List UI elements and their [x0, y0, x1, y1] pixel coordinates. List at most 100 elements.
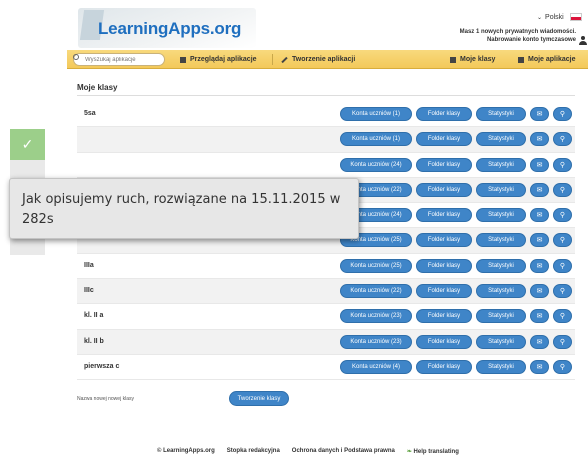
unread-messages-link[interactable]: Masz 1 nowych prywatnych wiadomości.: [460, 29, 576, 35]
folder-icon: [518, 56, 524, 63]
class-actions: Konta uczniów (25) Folder klasy Statystyki…: [340, 258, 572, 273]
envelope-icon[interactable]: ✉: [530, 284, 549, 299]
class-row: IIIc Konta uczniów (22) Folder klasy Statys…: [77, 279, 575, 305]
class-folder-button[interactable]: Folder klasy: [416, 258, 472, 273]
magnifier-icon[interactable]: ⚲: [553, 182, 572, 197]
account-status-link[interactable]: Nabrowanie konto tymczasowe: [487, 37, 576, 43]
language-selector[interactable]: ⌄ Polski: [537, 14, 564, 21]
class-name[interactable]: IIIc: [84, 287, 94, 294]
magnifier-icon[interactable]: ⚲: [553, 258, 572, 273]
chevron-down-icon: ⌄: [537, 15, 543, 21]
class-folder-button[interactable]: Folder klasy: [416, 233, 472, 248]
footer-privacy-link[interactable]: Ochrona danych i Podstawa prawna: [292, 448, 395, 455]
magnifier-icon[interactable]: ⚲: [553, 132, 572, 147]
class-folder-button[interactable]: Folder klasy: [416, 182, 472, 197]
class-folder-button[interactable]: Folder klasy: [416, 334, 472, 349]
class-actions: Konta uczniów (4) Folder klasy Statystyki ✉…: [340, 359, 572, 374]
class-name[interactable]: kl. II a: [84, 312, 103, 319]
search-input[interactable]: [73, 53, 165, 66]
nav-browse-apps[interactable]: Przeglądaj aplikacje: [180, 53, 257, 66]
nav-my-classes-label[interactable]: Moje klasy: [460, 56, 495, 63]
class-name[interactable]: IIIa: [84, 262, 94, 269]
class-folder-button[interactable]: Folder klasy: [416, 107, 472, 121]
magnifier-icon[interactable]: ⚲: [553, 107, 572, 121]
class-actions: Konta uczniów (24) Folder klasy Statystyki…: [340, 208, 572, 223]
class-folder-button[interactable]: Folder klasy: [416, 157, 472, 172]
class-folder-button[interactable]: Folder klasy: [416, 309, 472, 324]
class-name[interactable]: pierwsza c: [84, 363, 119, 370]
footer-translate-link[interactable]: ❧ Help translating: [407, 448, 459, 455]
statistics-button[interactable]: Statystyki: [476, 284, 526, 299]
class-folder-button[interactable]: Folder klasy: [416, 132, 472, 147]
class-row: kl. II a Konta uczniów (23) Folder klasy St…: [77, 304, 575, 330]
envelope-icon[interactable]: ✉: [530, 208, 549, 223]
nav-divider: [272, 54, 273, 65]
class-actions: Konta uczniów (1) Folder klasy Statystyki ✉…: [340, 107, 572, 121]
class-actions: Konta uczniów (23) Folder klasy Statystyki…: [340, 334, 572, 349]
student-accounts-button[interactable]: Konta uczniów (25): [340, 258, 412, 273]
class-row: Konta uczniów (1) Folder klasy Statystyki ✉…: [77, 127, 575, 153]
statistics-button[interactable]: Statystyki: [476, 208, 526, 223]
nav-my-apps-label[interactable]: Moje aplikacje: [528, 56, 575, 63]
create-class-button[interactable]: Tworzenie klasy: [229, 391, 289, 406]
class-name[interactable]: 5sa: [84, 110, 96, 117]
magnifier-icon[interactable]: ⚲: [553, 208, 572, 223]
class-name[interactable]: kl. II b: [84, 338, 104, 345]
nav-create-label[interactable]: Tworzenie aplikacji: [292, 56, 355, 63]
statistics-button[interactable]: Statystyki: [476, 334, 526, 349]
envelope-icon[interactable]: ✉: [530, 309, 549, 324]
student-accounts-button[interactable]: Konta uczniów (22): [340, 284, 412, 299]
student-accounts-button[interactable]: Konta uczniów (23): [340, 309, 412, 324]
envelope-icon[interactable]: ✉: [530, 157, 549, 172]
envelope-icon[interactable]: ✉: [530, 233, 549, 248]
main-navigation: Przeglądaj aplikacje Tworzenie aplikacji…: [67, 50, 588, 69]
class-actions: Konta uczniów (1) Folder klasy Statystyki ✉…: [340, 132, 572, 147]
magnifier-icon[interactable]: ⚲: [553, 309, 572, 324]
class-folder-button[interactable]: Folder klasy: [416, 208, 472, 223]
footer-imprint-link[interactable]: Stopka redakcyjna: [227, 448, 280, 455]
statistics-button[interactable]: Statystyki: [476, 182, 526, 197]
new-class-label: Nazwa nowej nowej klasy: [77, 396, 134, 402]
student-accounts-button[interactable]: Konta uczniów (1): [340, 132, 412, 147]
nav-my-classes[interactable]: Moje klasy: [450, 53, 495, 66]
user-icon[interactable]: [579, 36, 587, 45]
class-actions: Konta uczniów (24) Folder klasy Statystyki…: [340, 157, 572, 172]
envelope-icon[interactable]: ✉: [530, 107, 549, 121]
envelope-icon[interactable]: ✉: [530, 334, 549, 349]
envelope-icon[interactable]: ✉: [530, 359, 549, 374]
student-accounts-button[interactable]: Konta uczniów (23): [340, 334, 412, 349]
search-icon: [73, 54, 79, 60]
class-actions: Konta uczniów (22) Folder klasy Statystyki…: [340, 284, 572, 299]
student-accounts-button[interactable]: Konta uczniów (4): [340, 359, 412, 374]
footer: © LearningApps.org Stopka redakcyjna Och…: [157, 448, 459, 455]
statistics-button[interactable]: Statystyki: [476, 233, 526, 248]
student-accounts-button[interactable]: Konta uczniów (1): [340, 107, 412, 121]
magnifier-icon[interactable]: ⚲: [553, 334, 572, 349]
class-row: Konta uczniów (24) Folder klasy Statystyki…: [77, 153, 575, 178]
magnifier-icon[interactable]: ⚲: [553, 233, 572, 248]
statistics-button[interactable]: Statystyki: [476, 359, 526, 374]
nav-create-app[interactable]: Tworzenie aplikacji: [281, 53, 355, 66]
site-logo[interactable]: LearningApps.org: [98, 19, 241, 39]
result-toast: Jak opisujemy ruch, rozwiązane na 15.11.…: [9, 178, 359, 239]
envelope-icon[interactable]: ✉: [530, 258, 549, 273]
statistics-button[interactable]: Statystyki: [476, 132, 526, 147]
language-label[interactable]: Polski: [545, 14, 564, 21]
student-accounts-button[interactable]: Konta uczniów (24): [340, 157, 412, 172]
magnifier-icon[interactable]: ⚲: [553, 359, 572, 374]
envelope-icon[interactable]: ✉: [530, 132, 549, 147]
statistics-button[interactable]: Statystyki: [476, 309, 526, 324]
flag-icon[interactable]: [570, 13, 582, 21]
class-folder-button[interactable]: Folder klasy: [416, 284, 472, 299]
footer-translate-label[interactable]: Help translating: [414, 449, 459, 455]
envelope-icon[interactable]: ✉: [530, 182, 549, 197]
magnifier-icon[interactable]: ⚲: [553, 284, 572, 299]
magnifier-icon[interactable]: ⚲: [553, 157, 572, 172]
class-folder-button[interactable]: Folder klasy: [416, 359, 472, 374]
statistics-button[interactable]: Statystyki: [476, 157, 526, 172]
statistics-button[interactable]: Statystyki: [476, 258, 526, 273]
nav-my-apps[interactable]: Moje aplikacje: [518, 53, 575, 66]
class-actions: Konta uczniów (25) Folder klasy Statystyki…: [340, 233, 572, 248]
statistics-button[interactable]: Statystyki: [476, 107, 526, 121]
nav-browse-label[interactable]: Przeglądaj aplikacje: [190, 56, 257, 63]
